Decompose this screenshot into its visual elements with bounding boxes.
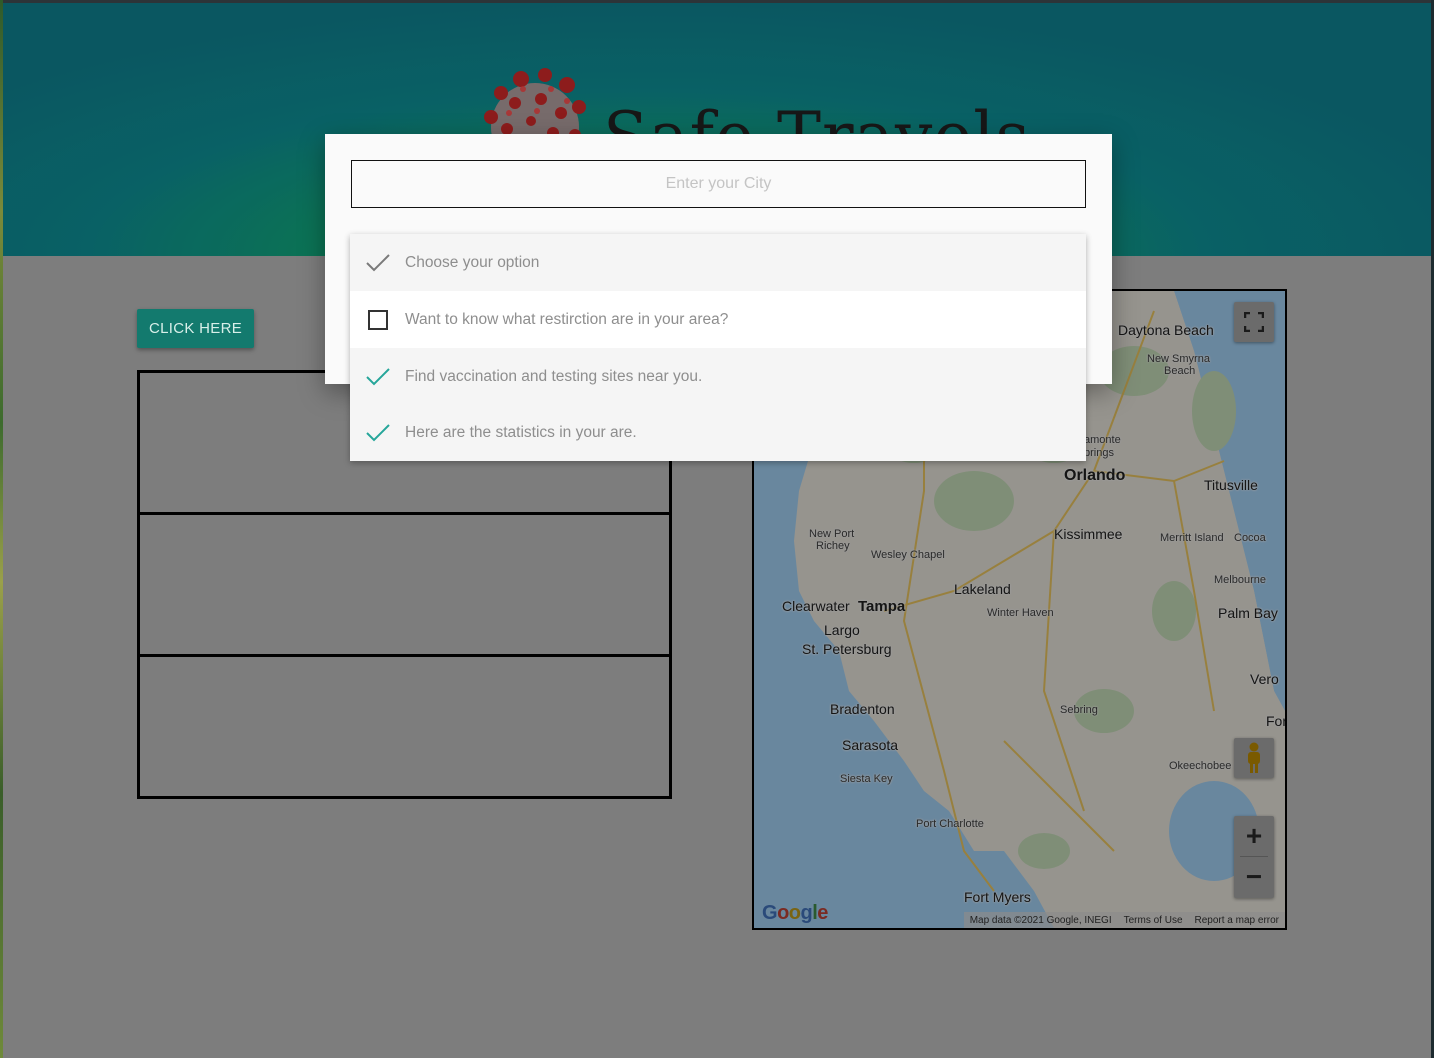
map-label: Titusville [1204,477,1258,493]
map-label: Orlando [1064,467,1126,484]
info-box-3 [137,654,672,799]
zoom-out-button[interactable]: − [1234,857,1274,897]
map-label: Wesley Chapel [871,549,945,561]
zoom-in-button[interactable]: + [1234,816,1274,856]
map-label: Kissimmee [1054,526,1123,542]
map-label: Vero [1250,671,1279,687]
map-label: Melbourne [1214,574,1266,586]
map-label: Sarasota [842,737,899,753]
dropdown-option-statistics[interactable]: Here are the statistics in your are. [350,405,1086,461]
map-label: For [1266,713,1287,729]
map-label: Port Charlotte [916,818,984,830]
map-label: Palm Bay [1218,605,1278,621]
map-label: Daytona Beach [1118,322,1214,338]
map-label: prings [1084,447,1114,459]
city-input[interactable] [351,160,1086,208]
terms-link[interactable]: Terms of Use [1124,915,1183,926]
dropdown-option-vaccination[interactable]: Find vaccination and testing sites near … [350,348,1086,405]
map-label: Fort Myers [964,889,1031,905]
option-label: Here are the statistics in your are. [405,424,637,441]
map-data-text: Map data ©2021 Google, INEGI [969,914,1112,926]
map-label: Siesta Key [840,773,893,785]
map-label: Tampa [858,598,906,615]
google-logo: Google [762,902,828,924]
map-label: New Smyrna [1147,353,1210,365]
fullscreen-icon [1244,312,1264,332]
click-here-button[interactable]: CLICK HERE [137,309,254,348]
map-label: amonte [1084,434,1121,446]
dropdown-option-restrictions[interactable]: Want to know what restirction are in you… [350,291,1086,348]
map-label: New Port [809,528,855,540]
street-view-button[interactable] [1234,738,1274,778]
map-label: Okeechobee [1169,760,1232,772]
map-label: Winter Haven [987,607,1054,619]
info-box-2 [137,512,672,657]
map-attribution: Map data ©2021 Google, INEGI Terms of Us… [963,912,1285,928]
map-label: Clearwater [782,598,850,614]
checkmark-icon [350,253,405,273]
map-label: Sebring [1060,704,1098,716]
option-label: Choose your option [405,253,540,271]
options-dropdown: Choose your option Want to know what res… [350,234,1086,461]
option-label: Want to know what restirction are in you… [405,310,729,328]
zoom-controls: + − [1234,816,1274,898]
map-label: Cocoa [1234,532,1266,544]
report-error-link[interactable]: Report a map error [1195,915,1279,926]
map-label: Largo [824,622,860,638]
option-label: Find vaccination and testing sites near … [405,367,703,385]
map-label: Lakeland [954,581,1011,597]
map-label: St. Petersburg [802,641,892,657]
map-label: Merritt Island [1160,532,1224,544]
map-label: Beach [1164,365,1196,377]
dropdown-option-header[interactable]: Choose your option [350,234,1086,291]
checkmark-icon[interactable] [350,423,405,443]
checkmark-icon[interactable] [350,367,405,387]
pegman-icon [1248,742,1260,773]
map-label: Bradenton [830,701,895,717]
checkbox-icon[interactable] [350,309,405,330]
fullscreen-button[interactable] [1234,302,1274,342]
map-label: Richey [816,540,850,552]
